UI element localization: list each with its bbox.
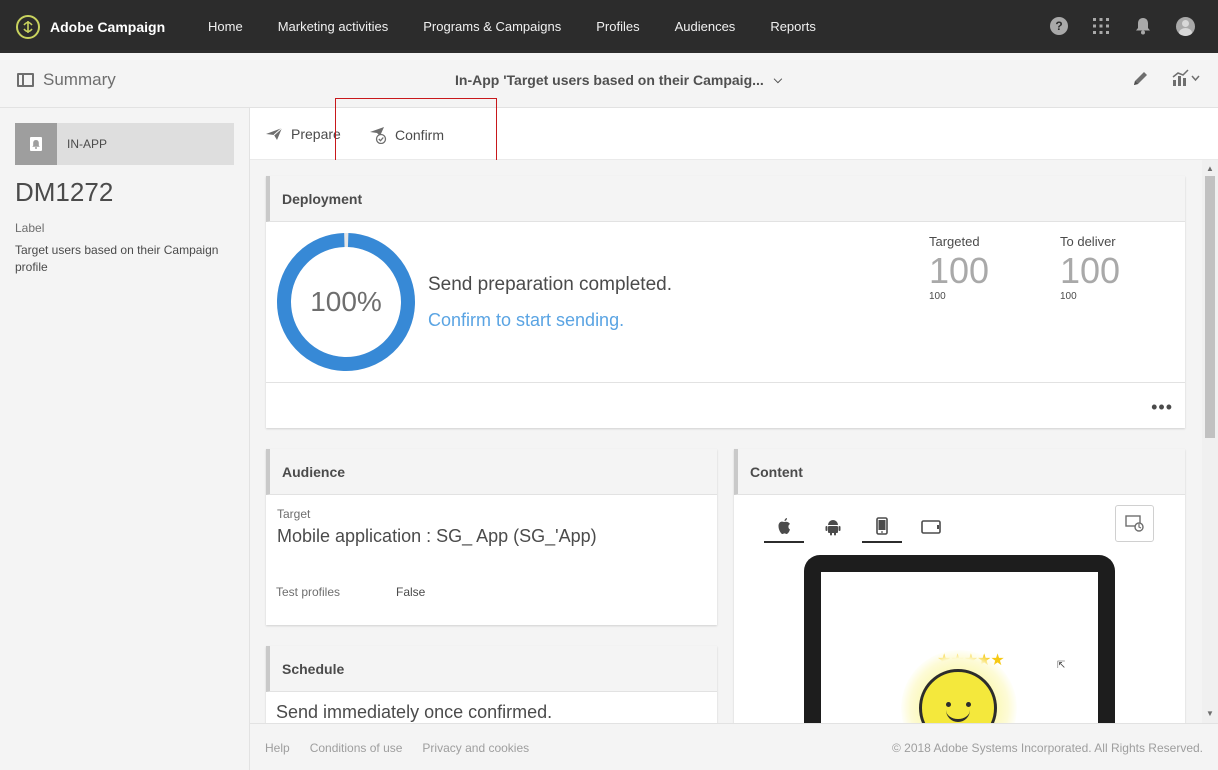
help-icon[interactable]: ? [1048, 15, 1070, 37]
page-header: Summary In-App 'Target users based on th… [0, 53, 1218, 108]
targeted-label: Targeted [929, 234, 980, 249]
footer-privacy-link[interactable]: Privacy and cookies [422, 741, 529, 755]
content-header: Content [734, 449, 1185, 495]
confirm-button[interactable]: Confirm [369, 126, 444, 144]
preview-refresh-icon [1124, 514, 1144, 532]
targeted-stat: Targeted 100 100 [929, 234, 989, 302]
main-content: Deployment 100% Send preparation complet… [250, 160, 1202, 723]
apps-grid-icon[interactable] [1090, 15, 1112, 37]
target-label: Target [277, 507, 311, 521]
android-icon[interactable] [813, 511, 853, 543]
channel-badge: IN-APP [15, 123, 234, 165]
summary-toggle[interactable]: Summary [17, 70, 116, 90]
top-navigation-bar: Adobe Campaign Home Marketing activities… [0, 0, 1218, 53]
more-options-icon[interactable]: ••• [1151, 397, 1173, 418]
in-app-bell-icon [15, 123, 57, 165]
app-name: Adobe Campaign [50, 18, 166, 35]
delivery-id: DM1272 [15, 177, 114, 207]
edit-pencil-icon[interactable] [1132, 69, 1150, 87]
deployment-status: Send preparation completed. [428, 274, 672, 295]
page-footer: Help Conditions of use Privacy and cooki… [250, 723, 1218, 770]
reports-chart-icon[interactable] [1172, 69, 1200, 87]
mouse-cursor-icon: ⇱ [1057, 660, 1066, 671]
nav-profiles[interactable]: Profiles [596, 19, 639, 34]
content-card: Content ★★★★★ [734, 449, 1185, 723]
prepare-label: Prepare [291, 126, 341, 142]
test-profiles-label: Test profiles [276, 585, 341, 599]
deployment-header: Deployment [266, 176, 1185, 222]
device-tabs [764, 511, 960, 543]
schedule-text: Send immediately once confirmed. [276, 702, 553, 722]
content-scrollbar[interactable]: ▲ ▼ [1202, 160, 1218, 723]
app-logo[interactable]: Adobe Campaign [16, 14, 208, 39]
test-profiles-value: False [396, 585, 426, 599]
nav-home[interactable]: Home [208, 19, 243, 34]
user-avatar[interactable] [1174, 15, 1196, 37]
confirm-plane-check-icon [370, 127, 387, 144]
target-value: Mobile application : SG_ App (SG_'App) [277, 526, 597, 546]
nav-reports[interactable]: Reports [770, 19, 816, 34]
audience-header: Audience [266, 449, 717, 495]
progress-percent: 100% [310, 286, 382, 317]
label-caption: Label [15, 221, 45, 235]
preview-refresh-button[interactable] [1115, 505, 1154, 542]
phone-icon[interactable] [862, 511, 902, 543]
scroll-down-icon[interactable]: ▼ [1206, 709, 1214, 718]
notifications-bell-icon[interactable] [1132, 15, 1154, 37]
schedule-card: Schedule Send immediately once confirmed… [266, 646, 717, 723]
to-deliver-label: To deliver [1060, 234, 1116, 249]
main-nav: Home Marketing activities Programs & Cam… [208, 19, 851, 34]
label-value: Target users based on their Campaign pro… [15, 243, 219, 274]
confirm-sending-link[interactable]: Confirm to start sending. [428, 310, 624, 331]
footer-conditions-link[interactable]: Conditions of use [310, 741, 403, 755]
targeted-value: 100 [929, 250, 990, 291]
scrollbar-thumb[interactable] [1205, 176, 1215, 438]
confirm-label: Confirm [395, 127, 445, 143]
copyright: © 2018 Adobe Systems Incorporated. All R… [891, 741, 1203, 755]
page-title-text: In-App 'Target users based on their Camp… [455, 72, 764, 88]
audience-card: Audience Target Mobile application : SG_… [266, 449, 717, 625]
tablet-preview: ★★★★★ ⇱ [804, 555, 1115, 723]
to-deliver-value: 100 [1060, 250, 1121, 291]
footer-help-link[interactable]: Help [265, 741, 290, 755]
sidebar-panel-icon [17, 73, 34, 87]
preview-screen: ★★★★★ ⇱ [821, 572, 1098, 723]
deployment-footer: ••• [266, 382, 1185, 428]
adobe-campaign-logo-icon [16, 14, 40, 39]
to-deliver-stat: To deliver 100 100 [1060, 234, 1120, 302]
page-title[interactable]: In-App 'Target users based on their Camp… [455, 72, 782, 88]
prepare-button[interactable]: Prepare [265, 126, 341, 142]
channel-label: IN-APP [67, 137, 108, 151]
nav-audiences[interactable]: Audiences [675, 19, 736, 34]
action-bar: Prepare Confirm [250, 108, 1218, 160]
to-deliver-sub: 100 [1060, 291, 1077, 302]
chevron-down-icon: ⌵ [773, 73, 783, 86]
summary-label: Summary [43, 70, 116, 89]
nav-marketing-activities[interactable]: Marketing activities [278, 19, 389, 34]
paper-plane-icon [266, 127, 283, 140]
nav-programs-campaigns[interactable]: Programs & Campaigns [423, 19, 561, 34]
targeted-sub: 100 [929, 291, 946, 302]
deployment-card: Deployment 100% Send preparation complet… [266, 176, 1185, 428]
tablet-icon[interactable] [911, 511, 951, 543]
apple-icon[interactable] [764, 511, 804, 543]
scroll-up-icon[interactable]: ▲ [1206, 164, 1214, 173]
schedule-header: Schedule [266, 646, 717, 692]
summary-sidebar: IN-APP DM1272 Label Target users based o… [0, 108, 250, 770]
